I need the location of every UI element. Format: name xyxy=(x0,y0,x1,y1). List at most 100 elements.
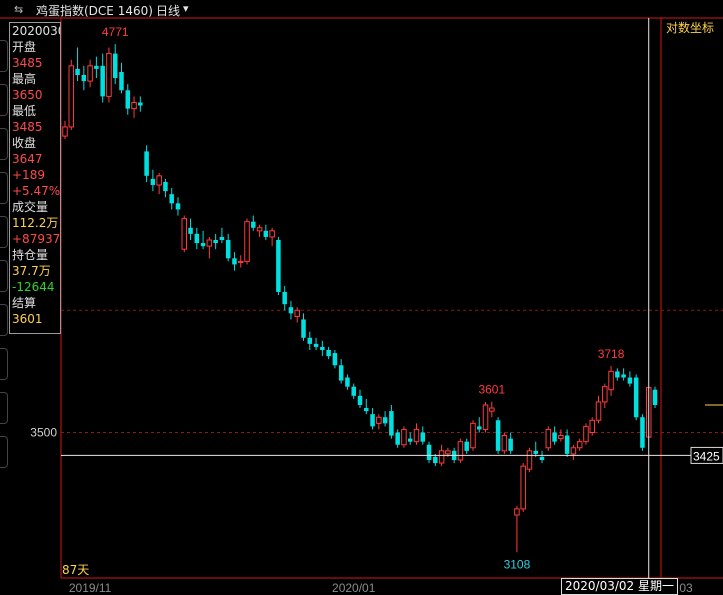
candle-body-up xyxy=(520,465,526,510)
candle-body-down xyxy=(615,371,620,378)
candle-body-up xyxy=(470,422,476,449)
days-count: 87天 xyxy=(62,563,90,577)
edge-tab[interactable] xyxy=(0,260,8,292)
candle-body-up xyxy=(595,401,602,421)
candle-body-up xyxy=(514,508,520,516)
candle-body-down xyxy=(263,230,269,237)
crosshair-price-label: 3425 xyxy=(693,449,720,463)
info-value: +5.47% xyxy=(12,184,60,198)
candle-body-down xyxy=(552,432,557,442)
chart-header: ⇆ 鸡蛋指数(DCE 1460) 日线 ▾ xyxy=(0,0,723,20)
x-tick-label: 2019/11 xyxy=(69,581,112,593)
edge-tab[interactable] xyxy=(0,216,8,248)
info-label: 最低 xyxy=(12,104,37,118)
info-value: 3485 xyxy=(12,120,43,134)
candlestick-chart: 3500 4771 3601 3718 3108 2019/11 2020/01 03 342… xyxy=(0,17,723,593)
candle-body-up xyxy=(269,230,275,238)
candle-body-down xyxy=(301,319,306,338)
candle-body-up xyxy=(237,260,244,263)
candle-body-down xyxy=(332,353,338,366)
extreme-annotation: 4771 xyxy=(102,25,129,39)
candle-body-down xyxy=(627,377,633,384)
candle-body-down xyxy=(351,386,356,396)
period-selector[interactable]: 日线 xyxy=(156,2,180,19)
candle-body-up xyxy=(131,102,137,110)
candle-body-down xyxy=(219,236,225,240)
candle-body-up xyxy=(526,450,533,470)
info-value: +87937 xyxy=(12,232,60,246)
info-label: 开盘 xyxy=(12,40,37,54)
info-label: 成交量 xyxy=(12,200,49,214)
candle-body-up xyxy=(87,65,93,82)
candle-body-up xyxy=(589,419,595,433)
candle-body-up xyxy=(62,126,68,137)
candle-body-down xyxy=(119,71,124,91)
candle-body-down xyxy=(232,258,237,265)
candle-body-up xyxy=(583,425,589,443)
edge-tab[interactable] xyxy=(0,172,8,204)
chevron-down-icon[interactable]: ▾ xyxy=(183,2,189,15)
info-value: +189 xyxy=(12,168,45,182)
candle-body-down xyxy=(163,181,168,192)
candle-body-up xyxy=(413,428,420,443)
edge-tab[interactable] xyxy=(0,392,8,424)
candle-body-down xyxy=(621,374,626,378)
extreme-annotation: 3108 xyxy=(504,557,531,571)
edge-tab[interactable] xyxy=(0,40,8,72)
candle-body-up xyxy=(501,435,508,452)
candle-body-down xyxy=(433,456,438,464)
info-label: 20200302 xyxy=(12,24,60,38)
candle-body-down xyxy=(320,346,325,350)
candle-body-down xyxy=(508,438,513,451)
candle-body-down xyxy=(125,90,131,109)
edge-tab[interactable] xyxy=(0,348,8,380)
candle-body-up xyxy=(401,428,407,446)
candle-body-down xyxy=(307,337,313,344)
candle-body-down xyxy=(213,240,218,244)
candle-body-down xyxy=(288,307,294,314)
edge-tab[interactable] xyxy=(0,84,8,116)
candle-body-down xyxy=(395,432,400,445)
info-label: 结算 xyxy=(12,296,37,310)
candle-body-up xyxy=(445,450,451,455)
candle-body-up xyxy=(558,435,564,440)
candle-body-down xyxy=(112,53,118,79)
edge-tab[interactable] xyxy=(0,436,8,468)
candle-body-up xyxy=(570,447,577,455)
info-label: 收盘 xyxy=(12,136,37,150)
candle-body-down xyxy=(169,194,174,204)
candle-body-down xyxy=(640,417,645,448)
candle-body-down xyxy=(175,203,181,210)
candle-body-down xyxy=(464,441,469,451)
quote-info-panel: 20200302 开盘 3485 最高 3650 最低 3485 收盘 3647 +189 +5.4… xyxy=(9,22,61,334)
candle-body-up xyxy=(482,404,489,430)
log-scale-toggle[interactable]: 对数坐标 xyxy=(661,18,719,38)
candle-body-up xyxy=(294,309,300,317)
candle-body-up xyxy=(602,386,608,403)
candle-body-up xyxy=(244,221,250,262)
candle-body-down xyxy=(420,432,426,442)
candle-body-down xyxy=(225,240,231,259)
candle-body-down xyxy=(539,456,545,460)
candle-body-down xyxy=(75,68,80,75)
edge-tab[interactable] xyxy=(0,128,8,160)
crosshair-date-label: 2020/03/02 星期一 xyxy=(561,578,678,595)
candle-body-down xyxy=(200,243,206,247)
candle-body-down xyxy=(364,408,369,412)
edge-tab[interactable] xyxy=(0,304,8,336)
extreme-annotation: 3601 xyxy=(478,383,505,397)
candle-body-down xyxy=(188,227,193,234)
candle-body-down xyxy=(81,75,87,82)
candle-body-down xyxy=(633,377,639,418)
info-value: 3650 xyxy=(12,88,43,102)
candle-body-up xyxy=(106,53,112,97)
candle-body-down xyxy=(150,178,156,185)
candle-body-down xyxy=(194,233,200,244)
candle-body-up xyxy=(489,407,495,412)
switch-arrow-icon[interactable]: ⇆ xyxy=(14,3,23,16)
candle-body-up xyxy=(156,175,162,186)
candle-body-down xyxy=(357,395,363,405)
candle-body-down xyxy=(564,435,570,454)
candle-body-down xyxy=(338,365,344,381)
candles xyxy=(62,44,658,553)
